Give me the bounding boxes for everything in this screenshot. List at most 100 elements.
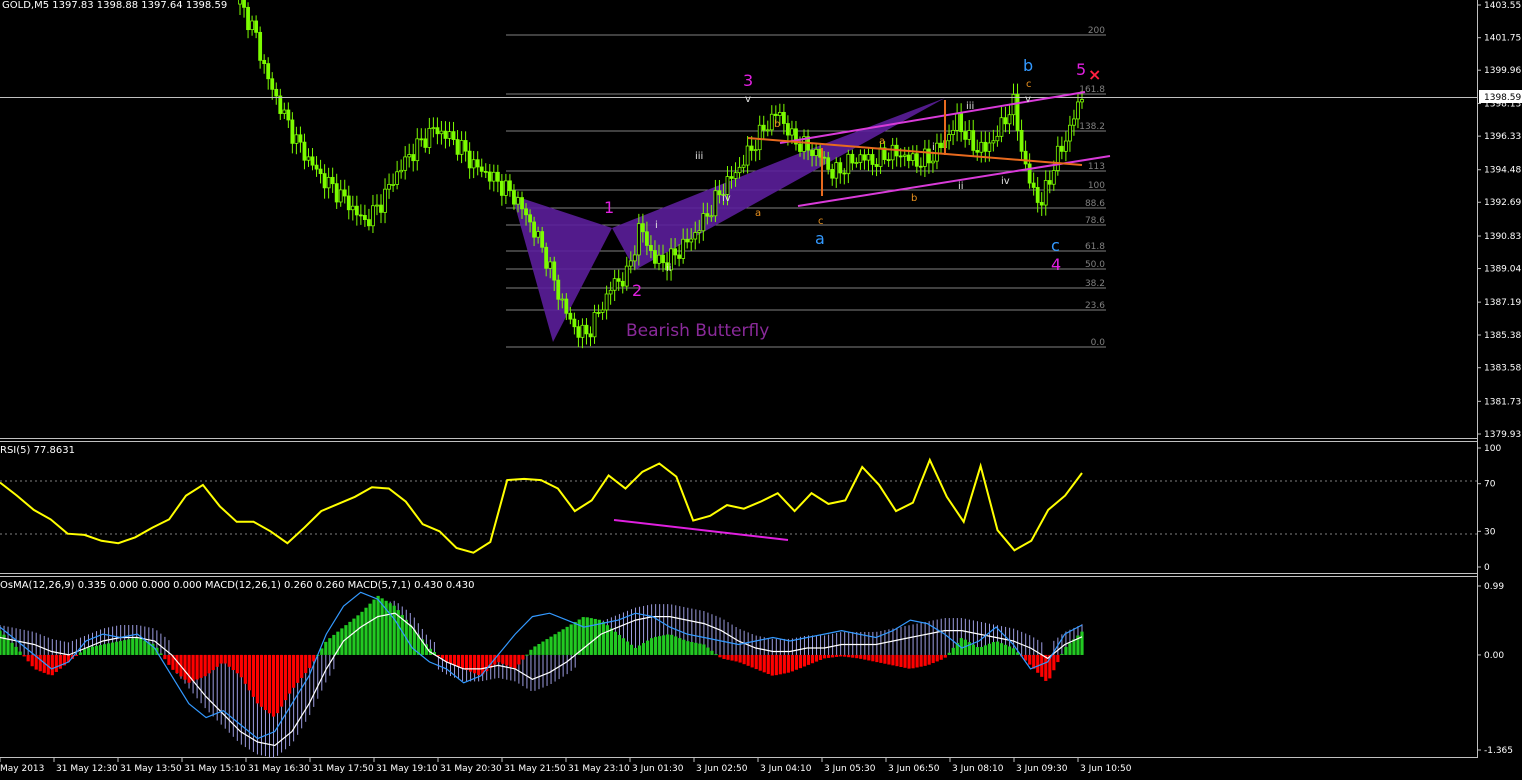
candle-body — [1072, 118, 1076, 126]
rsi-tick-label: 100 — [1484, 444, 1501, 454]
osma-bar — [754, 654, 758, 670]
osma-bar — [271, 654, 276, 717]
osma-bar — [456, 654, 461, 667]
time-tick-label: 31 May 12:30 — [56, 764, 118, 774]
candle-body — [560, 298, 565, 301]
osma-bar — [191, 654, 195, 682]
candle-body — [447, 131, 452, 139]
osma-bar — [1044, 654, 1048, 681]
fib-level-label: 78.6 — [1085, 216, 1105, 226]
osma-bar — [227, 654, 231, 667]
osma-bar — [26, 654, 30, 662]
candle-body — [846, 153, 851, 175]
osma-bar — [320, 648, 324, 655]
osma-bar — [119, 640, 123, 655]
fib-level-label: 38.2 — [1085, 279, 1105, 289]
macd-header: OsMA(12,26,9) 0.335 0.000 0.000 0.000 MA… — [0, 580, 475, 591]
candle-body — [298, 134, 303, 143]
candle-body — [955, 113, 960, 131]
candle-body — [318, 168, 323, 175]
osma-bar — [207, 654, 211, 674]
osma-bar — [798, 654, 803, 669]
osma-bar — [464, 654, 469, 671]
candle-body — [274, 88, 279, 97]
macd-tick-label: 0.00 — [1484, 651, 1504, 661]
osma-bar — [86, 647, 91, 655]
candle-body — [661, 254, 665, 264]
osma-bar — [907, 654, 911, 669]
osma-bar — [304, 654, 308, 674]
candle-body — [1003, 117, 1008, 125]
osma-bar — [666, 634, 670, 655]
candle-body — [330, 176, 335, 185]
osma-bar — [380, 598, 384, 655]
osma-bar — [368, 603, 372, 655]
candle-body — [475, 159, 480, 168]
candle-body — [387, 184, 391, 190]
osma-bar — [243, 654, 247, 684]
osma-bar — [839, 654, 843, 657]
osma-bar — [283, 654, 288, 701]
osma-bar — [867, 654, 871, 661]
macd-tick-label: -1.365 — [1484, 746, 1513, 756]
osma-bar — [211, 654, 215, 671]
sub-wave-iv-2: iv — [1001, 176, 1010, 187]
candle-body — [254, 20, 259, 33]
candle-body — [584, 324, 589, 335]
candle-body — [588, 333, 593, 338]
candle-body — [632, 254, 637, 262]
candle-body — [657, 254, 661, 264]
wave-a-label: a — [815, 229, 825, 248]
candle-body — [830, 169, 835, 179]
candle-body — [927, 148, 931, 164]
orange-wave-b-2: b — [911, 193, 917, 204]
osma-bar — [597, 619, 601, 655]
osma-bar — [750, 654, 754, 668]
osma-bar — [296, 654, 300, 683]
candle-body — [729, 176, 734, 179]
fib-level-label: 113 — [1088, 162, 1105, 172]
osma-bar — [911, 654, 915, 669]
price-tick-label: 1387.19 — [1484, 298, 1521, 308]
candle-body — [604, 293, 609, 311]
wave-c-label: c — [1051, 236, 1060, 255]
candle-body — [644, 231, 649, 246]
fib-level-label: 200 — [1088, 26, 1105, 36]
osma-bar — [107, 643, 111, 655]
candle-body — [443, 130, 448, 139]
price-tick-label: 1394.48 — [1484, 166, 1521, 176]
candle-body — [971, 130, 976, 151]
candle-body — [1027, 163, 1032, 184]
osma-bar — [875, 654, 879, 663]
osma-bar — [308, 654, 312, 668]
osma-bar — [879, 654, 883, 663]
osma-bar — [163, 654, 167, 660]
osma-bar — [267, 654, 272, 714]
osma-bar — [247, 654, 251, 691]
candle-body — [491, 171, 496, 182]
orange-wave-c-1: c — [818, 216, 824, 227]
osma-bar — [1003, 644, 1008, 655]
osma-bar — [54, 654, 58, 672]
candle-body — [310, 156, 315, 166]
osma-bar — [605, 625, 609, 655]
candle-body — [773, 113, 778, 116]
candle-body — [544, 246, 549, 269]
osma-bar — [183, 654, 187, 680]
time-tick-label: 31 May 13:50 — [120, 764, 182, 774]
osma-bar — [6, 638, 10, 655]
orange-wave-a-1: a — [755, 208, 761, 219]
candle-body — [548, 261, 553, 269]
osma-bar — [859, 654, 863, 659]
candle-body — [935, 142, 939, 162]
osma-bar — [573, 621, 577, 655]
osma-bar — [557, 631, 561, 655]
osma-bar — [999, 643, 1004, 655]
candle-body — [423, 138, 428, 148]
sub-wave-i-1: i — [655, 220, 658, 231]
osma-bar — [742, 654, 746, 665]
osma-bar — [987, 643, 992, 655]
candle-body — [407, 154, 412, 158]
candle-body — [862, 154, 867, 161]
current-price-label: 1398.59 — [1484, 93, 1521, 103]
